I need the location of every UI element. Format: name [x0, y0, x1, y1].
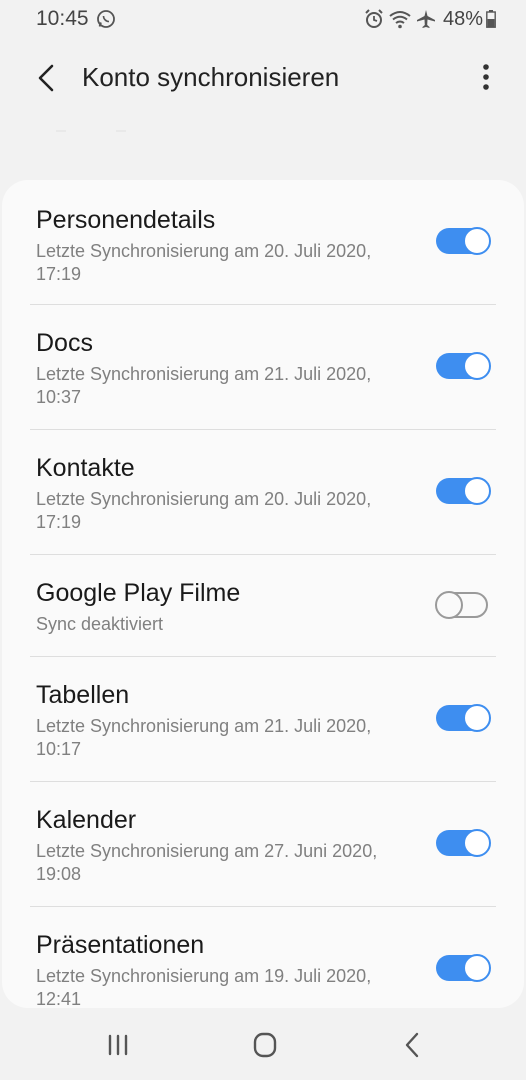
sync-item-subtitle: Letzte Synchronisierung am 20. Juli 2020… [36, 241, 372, 284]
sync-item-kontakte[interactable]: Kontakte Letzte Synchronisierung am 20. … [2, 430, 524, 555]
more-options-button[interactable] [474, 58, 498, 98]
back-icon[interactable] [394, 1030, 430, 1060]
sync-item-subtitle: Letzte Synchronisierung am 19. Juli 2020… [36, 966, 372, 1008]
toggle-knob [463, 954, 491, 982]
app-bar: Konto synchronisieren [0, 50, 526, 106]
sync-item-tabellen[interactable]: Tabellen Letzte Synchronisierung am 21. … [2, 657, 524, 782]
sync-toggle-kontakte[interactable] [436, 477, 491, 505]
sync-item-personendetails[interactable]: Personendetails Letzte Synchronisierung … [2, 180, 524, 305]
back-button[interactable] [26, 56, 66, 100]
toggle-knob [463, 704, 491, 732]
toggle-knob [463, 227, 491, 255]
battery-percentage: 48% [442, 7, 483, 30]
toggle-knob [435, 591, 463, 619]
sync-item-title: Kalender [36, 806, 137, 834]
sync-item-praesentationen[interactable]: Präsentationen Letzte Synchronisierung a… [2, 907, 524, 1008]
toggle-knob [463, 352, 491, 380]
sync-toggle-tabellen[interactable] [436, 704, 491, 732]
sync-toggle-google-play-filme[interactable] [435, 591, 488, 619]
sync-item-title: Google Play Filme [36, 579, 241, 607]
airplane-mode-icon [416, 10, 435, 28]
home-icon[interactable] [247, 1030, 283, 1060]
sync-toggle-praesentationen[interactable] [436, 954, 491, 982]
status-time: 10:45 [36, 7, 89, 30]
sync-toggle-personendetails[interactable] [436, 227, 491, 255]
sync-item-subtitle: Sync deaktiviert [36, 614, 164, 634]
battery-icon [486, 10, 496, 28]
sync-toggle-docs[interactable] [436, 352, 491, 380]
sync-item-subtitle: Letzte Synchronisierung am 21. Juli 2020… [36, 716, 372, 759]
toggle-knob [463, 477, 491, 505]
whatsapp-icon [97, 10, 115, 28]
sync-toggle-kalender[interactable] [436, 829, 491, 857]
sync-item-title: Tabellen [36, 681, 130, 709]
sync-item-title: Docs [36, 329, 93, 357]
sync-item-docs[interactable]: Docs Letzte Synchronisierung am 21. Juli… [2, 305, 524, 430]
status-bar: 10:45 48% [0, 0, 526, 40]
recent-apps-icon[interactable] [100, 1030, 136, 1060]
sync-item-kalender[interactable]: Kalender Letzte Synchronisierung am 27. … [2, 782, 524, 907]
header-divider [56, 130, 176, 132]
page-title: Konto synchronisieren [82, 62, 340, 92]
navigation-bar [0, 1012, 526, 1080]
sync-list: Personendetails Letzte Synchronisierung … [2, 180, 524, 1008]
alarm-icon [365, 9, 383, 28]
sync-item-google-play-filme[interactable]: Google Play Filme Sync deaktiviert [2, 555, 524, 657]
sync-item-subtitle: Letzte Synchronisierung am 20. Juli 2020… [36, 489, 372, 532]
toggle-knob [463, 829, 491, 857]
sync-item-title: Präsentationen [36, 931, 205, 959]
wifi-icon [389, 11, 411, 29]
sync-item-title: Personendetails [36, 206, 216, 234]
sync-item-title: Kontakte [36, 454, 135, 482]
sync-item-subtitle: Letzte Synchronisierung am 27. Juni 2020… [36, 841, 378, 884]
sync-item-subtitle: Letzte Synchronisierung am 21. Juli 2020… [36, 364, 372, 407]
status-icons: 48% [359, 7, 496, 31]
